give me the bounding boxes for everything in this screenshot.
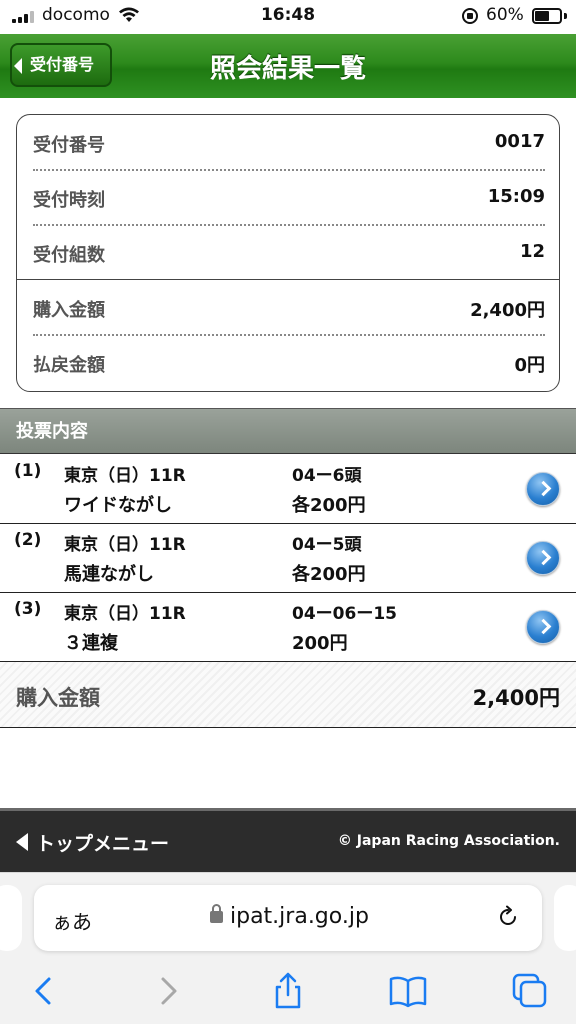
summary-value: 0円 xyxy=(514,355,545,376)
section-header-bets: 投票内容 xyxy=(0,408,576,454)
bet-horses: 04ー6頭 xyxy=(292,466,362,486)
bet-number: (1) xyxy=(14,461,42,481)
reload-icon[interactable] xyxy=(496,905,520,929)
total-value: 2,400円 xyxy=(472,686,560,710)
page-title: 照会結果一覧 xyxy=(209,54,366,84)
browser-nav-bar xyxy=(0,965,576,1021)
summary-label: 払戻金額 xyxy=(33,355,105,376)
bet-amount: 各200円 xyxy=(292,495,366,516)
summary-value: 2,400円 xyxy=(470,300,545,321)
app-header: 受付番号 照会結果一覧 xyxy=(0,34,576,98)
summary-value: 15:09 xyxy=(487,186,545,207)
total-row: 購入金額 2,400円 xyxy=(0,662,576,728)
tabs-icon[interactable] xyxy=(510,971,550,1011)
chevron-right-icon[interactable] xyxy=(526,541,560,575)
bet-row[interactable]: (2) 東京（日）11R 馬連ながし 04ー5頭 各200円 xyxy=(0,524,576,593)
summary-row-receipt-number: 受付番号 0017 xyxy=(33,115,545,170)
next-tab-preview[interactable] xyxy=(554,885,576,951)
summary-row-purchase-amount: 購入金額 2,400円 xyxy=(33,280,545,335)
summary-label: 受付番号 xyxy=(33,135,105,156)
battery-percent: 60% xyxy=(486,5,524,25)
battery-level xyxy=(535,11,549,21)
summary-label: 受付時刻 xyxy=(33,190,105,211)
status-bar: docomo 16:48 60% xyxy=(0,0,576,34)
total-label: 購入金額 xyxy=(16,686,100,710)
site-footer: トップメニュー © Japan Racing Association. xyxy=(0,808,576,872)
summary-label: 購入金額 xyxy=(33,300,105,321)
summary-label: 受付組数 xyxy=(33,245,105,266)
url-text: ipat.jra.go.jp xyxy=(230,904,369,929)
bet-number: (3) xyxy=(14,599,42,619)
bet-race: 東京（日）11R xyxy=(64,604,186,624)
bet-number: (2) xyxy=(14,530,42,550)
lock-icon xyxy=(210,904,223,923)
summary-row-payout-amount: 払戻金額 0円 xyxy=(33,335,545,390)
bet-row[interactable]: (1) 東京（日）11R ワイドながし 04ー6頭 各200円 xyxy=(0,455,576,524)
battery-tip xyxy=(564,13,567,19)
previous-tab-preview[interactable] xyxy=(0,885,22,951)
share-icon[interactable] xyxy=(268,971,308,1011)
bookmarks-icon[interactable] xyxy=(388,971,428,1011)
forward-icon[interactable] xyxy=(148,971,188,1011)
page-settings-button[interactable]: ぁあ xyxy=(52,906,92,935)
top-menu-link[interactable]: トップメニュー xyxy=(16,829,169,856)
summary-value: 12 xyxy=(519,241,545,262)
summary-value: 0017 xyxy=(494,131,545,152)
bet-type: ３連複 xyxy=(64,633,118,654)
bet-race: 東京（日）11R xyxy=(64,466,186,486)
browser-toolbar: ぁあ ipat.jra.go.jp xyxy=(0,872,576,1024)
summary-panel: 受付番号 0017 受付時刻 15:09 受付組数 12 購入金額 2,400円… xyxy=(16,114,560,392)
summary-row-set-count: 受付組数 12 xyxy=(33,225,545,280)
copyright: © Japan Racing Association. xyxy=(337,833,560,849)
bet-horses: 04ー06ー15 xyxy=(292,604,397,624)
back-icon[interactable] xyxy=(24,971,64,1011)
bet-amount: 200円 xyxy=(292,633,348,654)
bet-amount: 各200円 xyxy=(292,564,366,585)
bet-row[interactable]: (3) 東京（日）11R ３連複 04ー06ー15 200円 xyxy=(0,593,576,662)
bet-type: ワイドながし xyxy=(64,495,172,516)
chevron-right-icon[interactable] xyxy=(526,472,560,506)
bet-type: 馬連ながし xyxy=(64,564,154,585)
bet-race: 東京（日）11R xyxy=(64,535,186,555)
address-bar[interactable]: ぁあ ipat.jra.go.jp xyxy=(34,885,542,951)
summary-row-receipt-time: 受付時刻 15:09 xyxy=(33,170,545,225)
orientation-lock-icon xyxy=(462,8,478,24)
bet-horses: 04ー5頭 xyxy=(292,535,362,555)
chevron-right-icon[interactable] xyxy=(526,610,560,644)
battery-icon xyxy=(532,8,562,24)
